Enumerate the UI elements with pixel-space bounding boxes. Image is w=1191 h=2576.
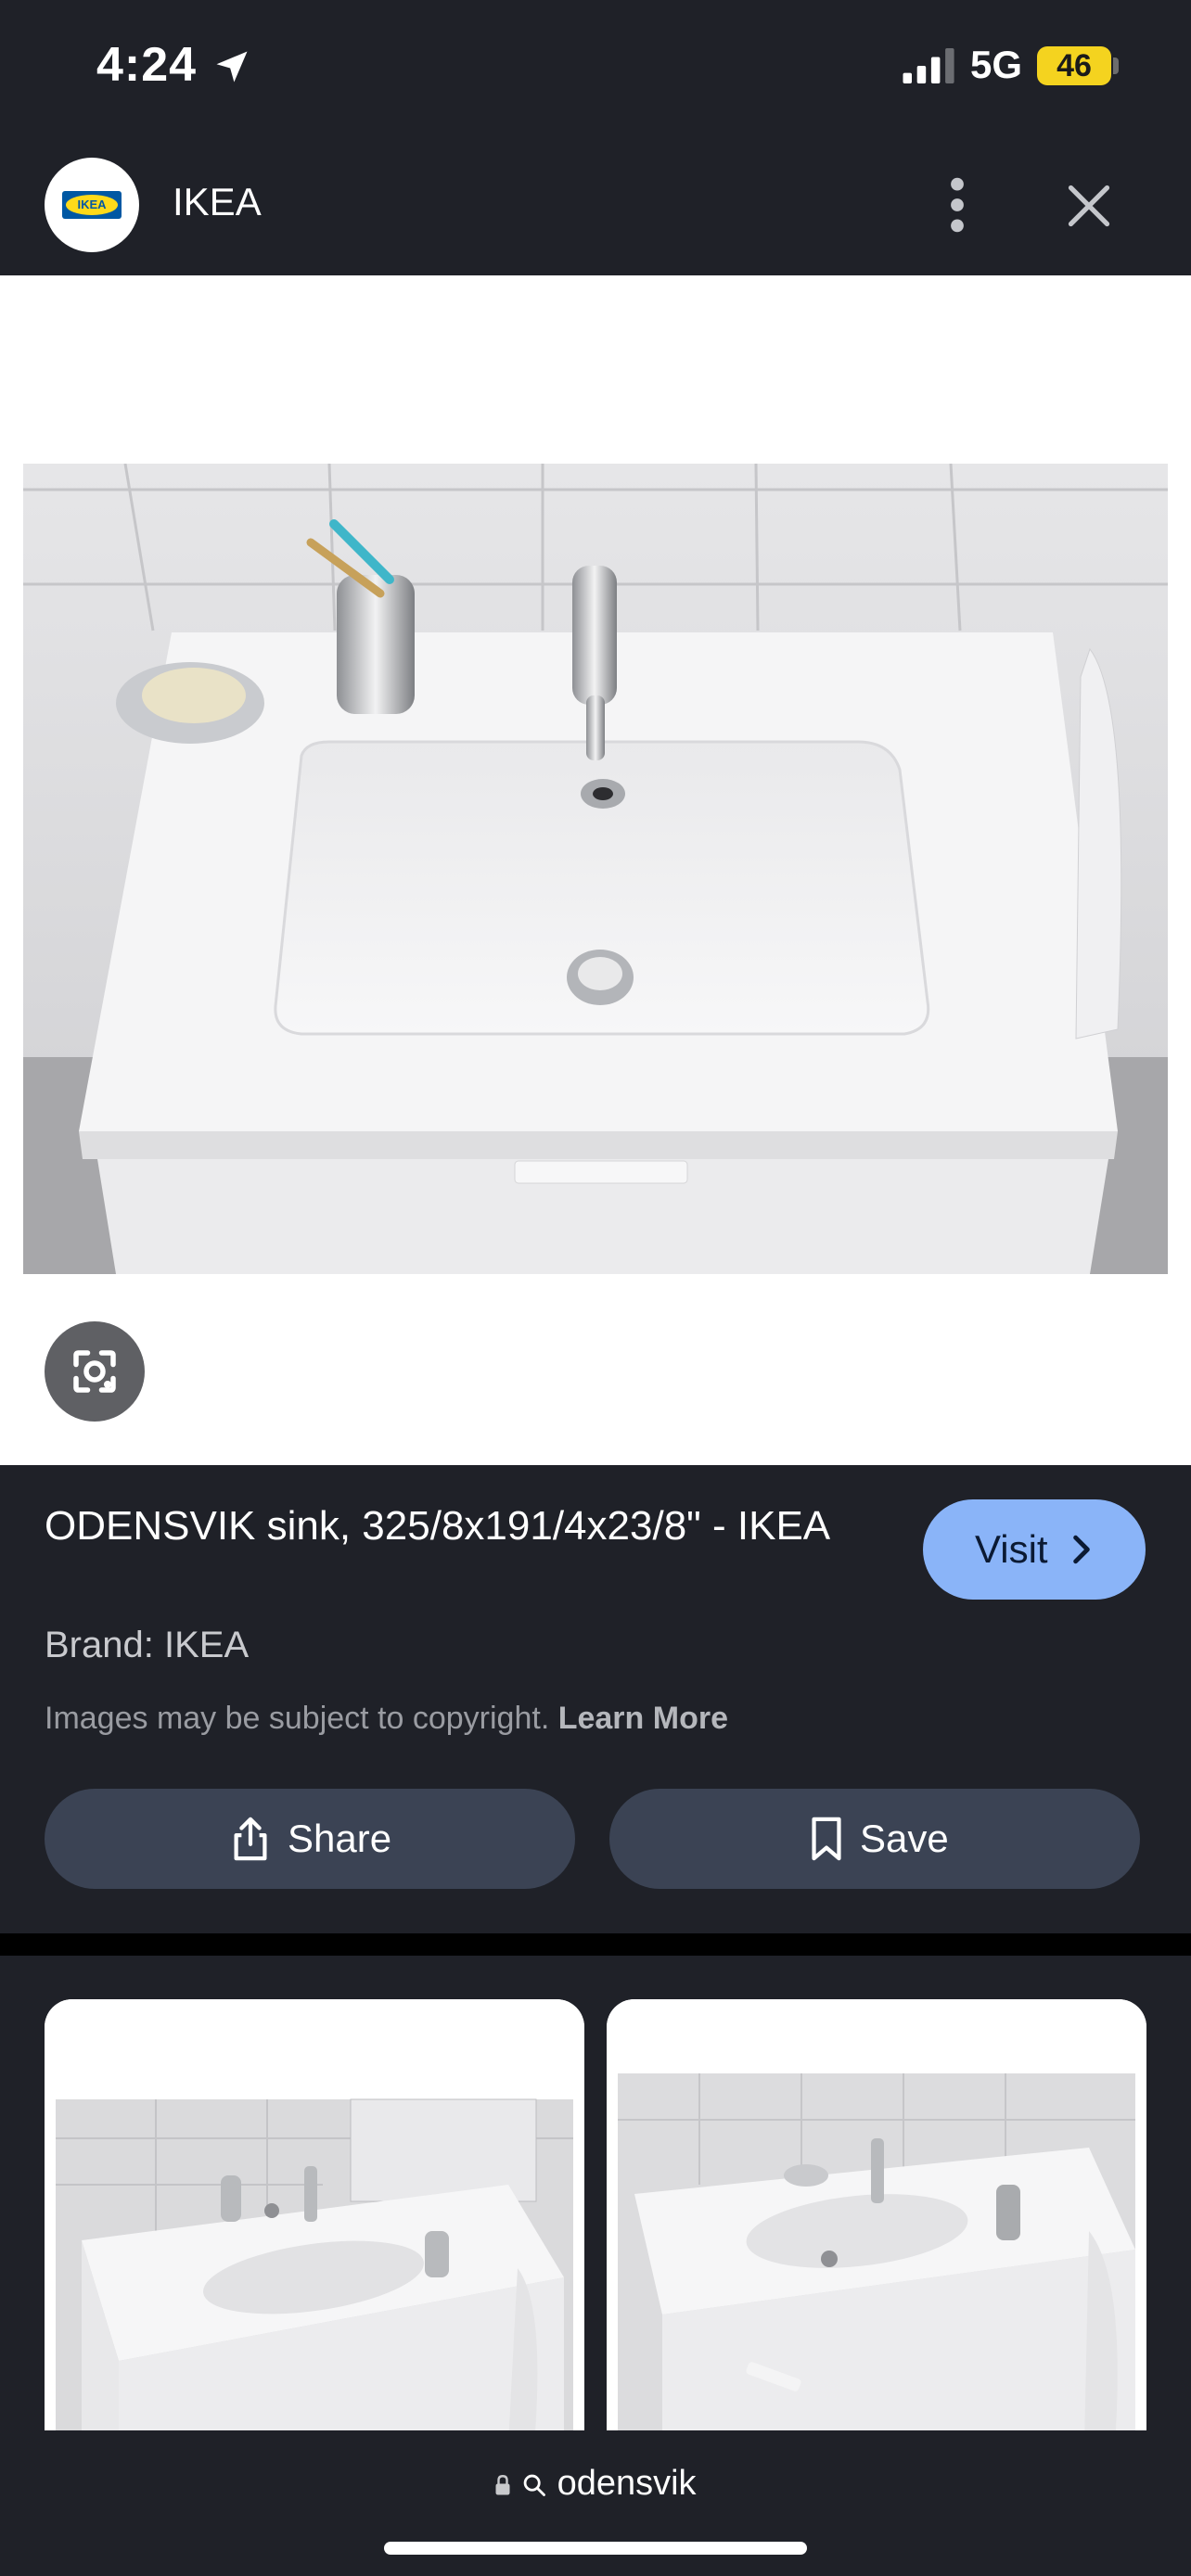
status-bar: 4:24 5G 46 — [0, 0, 1191, 139]
lock-icon — [495, 2475, 510, 2495]
battery-cap — [1113, 57, 1119, 74]
site-logo[interactable]: IKEA — [45, 158, 139, 252]
close-icon[interactable] — [1065, 182, 1113, 230]
related-image — [45, 1999, 584, 2444]
cellular-signal-icon — [903, 48, 954, 83]
result-info-panel: ODENSVIK sink, 325/8x191/4x23/8" - IKEA … — [0, 1465, 1191, 1933]
visit-button[interactable]: Visit — [923, 1499, 1146, 1600]
product-title[interactable]: ODENSVIK sink, 325/8x191/4x23/8" - IKEA — [45, 1498, 861, 1554]
more-options-icon[interactable] — [941, 176, 974, 234]
related-image-card[interactable] — [45, 1999, 584, 2444]
product-image[interactable] — [23, 464, 1168, 1274]
home-indicator — [384, 2542, 807, 2555]
search-icon — [523, 2474, 545, 2496]
learn-more-link[interactable]: Learn More — [558, 1701, 728, 1736]
location-arrow-icon — [216, 51, 248, 83]
copyright-text: Images may be subject to copyright. — [45, 1701, 550, 1736]
camera-lens-icon — [73, 1350, 116, 1393]
share-icon — [234, 1817, 267, 1861]
save-label: Save — [860, 1817, 949, 1860]
related-image — [607, 1999, 1146, 2444]
chevron-right-icon — [1073, 1535, 1090, 1564]
section-divider — [0, 1933, 1191, 1956]
related-images-grid — [0, 1956, 1191, 2444]
image-viewer — [0, 275, 1191, 1465]
brand-label: Brand: IKEA — [45, 1625, 250, 1665]
share-button[interactable]: Share — [45, 1789, 575, 1889]
bottom-search-bar: odensvik — [0, 2430, 1191, 2576]
bookmark-icon — [812, 1817, 841, 1861]
save-button[interactable]: Save — [609, 1789, 1140, 1889]
visit-label: Visit — [975, 1527, 1048, 1571]
search-query: odensvik — [557, 2464, 697, 2503]
share-label: Share — [288, 1817, 392, 1860]
site-name: IKEA — [173, 180, 262, 223]
search-query-row[interactable]: odensvik — [0, 2464, 1191, 2504]
battery-level: 46 — [1037, 46, 1111, 85]
related-image-card[interactable] — [607, 1999, 1146, 2444]
ikea-logo-icon: IKEA — [62, 191, 122, 219]
status-time: 4:24 — [96, 38, 198, 92]
copyright-notice: Images may be subject to copyright. Lear… — [45, 1701, 728, 1737]
network-type: 5G — [970, 43, 1023, 86]
lens-search-button[interactable] — [45, 1321, 145, 1422]
